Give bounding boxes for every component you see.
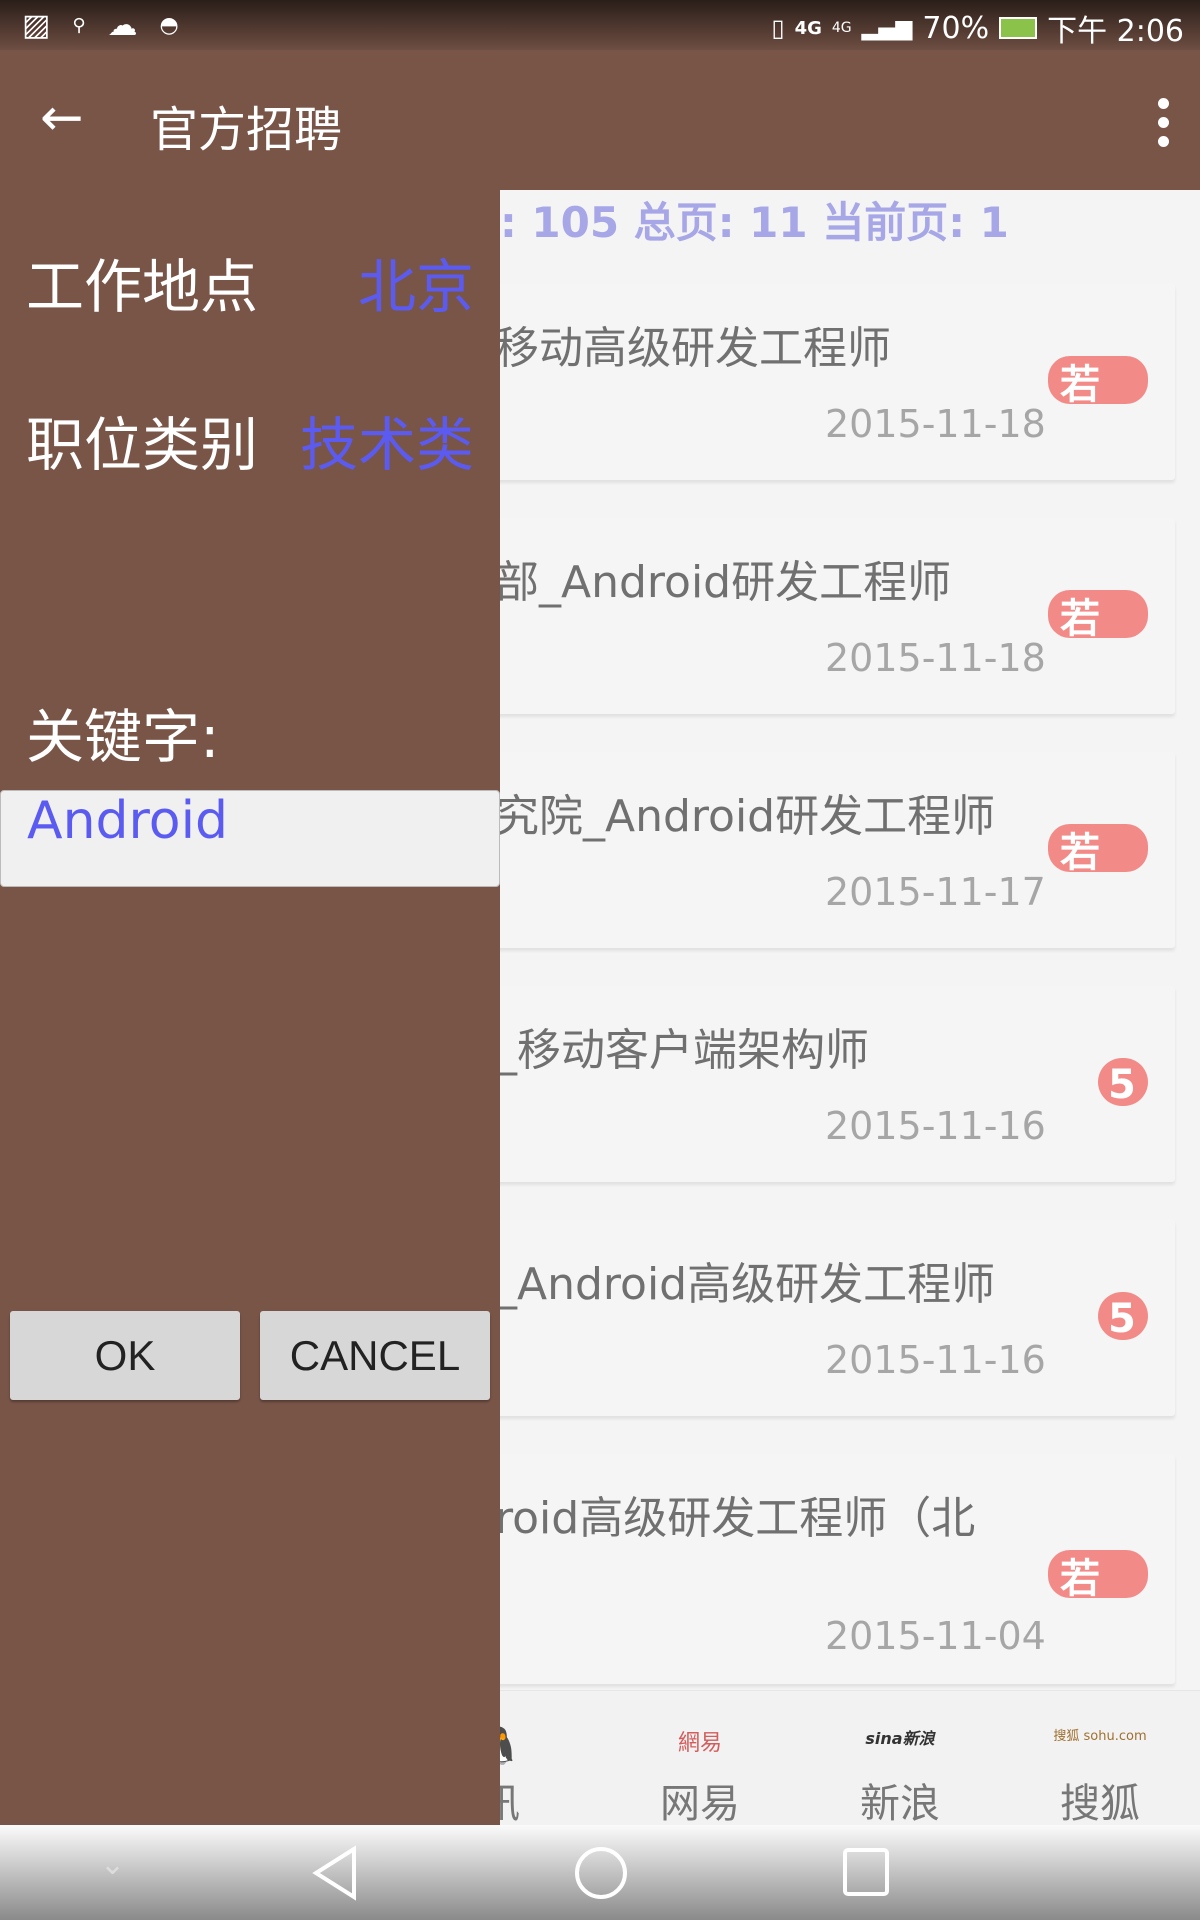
job-card[interactable]: 移动高级研发工程师 若 2015-11-18 — [440, 284, 1175, 480]
job-badge: 5 — [1098, 1058, 1148, 1106]
job-card[interactable]: _移动客户端架构师 5 2015-11-16 — [440, 986, 1175, 1182]
more-vert-icon[interactable] — [1156, 98, 1170, 147]
search-icon: ⚲ — [72, 15, 86, 36]
job-title: 部_Android研发工程师 — [495, 557, 952, 608]
back-nav-icon[interactable] — [310, 1845, 360, 1901]
job-date: 2015-11-16 — [825, 1104, 1046, 1148]
home-nav-icon[interactable] — [573, 1845, 629, 1901]
clock: 下午 2:06 — [1047, 14, 1184, 49]
page-title: 官方招聘 — [150, 102, 343, 158]
cloud-icon: ☁ — [107, 8, 138, 43]
network-type-2: 4G — [831, 20, 852, 36]
recents-nav-icon[interactable] — [842, 1847, 892, 1899]
tab-label: 新浪 — [860, 1781, 940, 1827]
job-badge: 若 — [1048, 590, 1148, 638]
sohu-logo: 搜狐 sohu.com — [1053, 1729, 1147, 1744]
job-badge: 若 — [1048, 824, 1148, 872]
job-date: 2015-11-04 — [825, 1614, 1046, 1658]
signal-icon: ▂▄▆ — [861, 15, 913, 41]
job-date: 2015-11-16 — [825, 1338, 1046, 1382]
navigation-bar: ⌄ — [0, 1825, 1200, 1920]
netease-logo: 網易 — [677, 1731, 722, 1756]
list-summary: : 105 总页: 11 当前页: 1 — [500, 198, 1009, 247]
vibrate-icon: ▯ — [771, 14, 785, 42]
network-type: 4G — [794, 17, 822, 39]
job-date: 2015-11-17 — [825, 870, 1046, 914]
job-title: 究院_Android研发工程师 — [495, 791, 996, 842]
battery-text: 70% — [922, 10, 990, 46]
tab-label: 搜狐 — [1060, 1781, 1140, 1827]
job-title: 移动高级研发工程师 — [495, 323, 891, 374]
job-card[interactable]: _Android高级研发工程师 5 2015-11-16 — [440, 1220, 1175, 1416]
job-date: 2015-11-18 — [825, 636, 1046, 680]
keyword-input[interactable]: Android — [0, 790, 500, 887]
job-badge: 若 — [1048, 1550, 1148, 1598]
filter-drawer: 工作地点 北京 职位类别 技术类 关键字: Android OK CANCEL — [0, 190, 500, 1825]
location-label: 工作地点 — [26, 253, 259, 321]
arrow-left-icon[interactable]: ← — [40, 88, 84, 148]
job-card[interactable]: roid高级研发工程师（北 若 2015-11-04 — [440, 1454, 1175, 1684]
job-card[interactable]: 究院_Android研发工程师 若 2015-11-17 — [440, 752, 1175, 948]
job-card[interactable]: 部_Android研发工程师 若 2015-11-18 — [440, 518, 1175, 714]
keyword-label: 关键字: — [26, 703, 220, 771]
battery-icon — [999, 17, 1038, 39]
tab-sohu[interactable]: 搜狐 sohu.com 搜狐 — [1000, 1691, 1200, 1829]
cancel-button[interactable]: CANCEL — [260, 1311, 490, 1400]
toolbar: ← 官方招聘 — [0, 50, 1200, 190]
status-bar: ▨ ⚲ ☁ ◓ ▯ 4G 4G ▂▄▆ 70% 下午 2:06 — [0, 0, 1200, 50]
image-icon: ▨ — [22, 8, 51, 43]
tab-netease[interactable]: 網易 网易 — [600, 1691, 800, 1829]
tab-label: 网易 — [660, 1781, 740, 1827]
job-badge: 5 — [1098, 1292, 1148, 1340]
android-icon: ◓ — [159, 13, 179, 38]
tab-sina[interactable]: sina新浪 新浪 — [800, 1691, 1000, 1829]
location-value[interactable]: 北京 — [358, 240, 474, 324]
ok-button[interactable]: OK — [10, 1311, 240, 1400]
job-date: 2015-11-18 — [825, 402, 1046, 446]
category-label: 职位类别 — [26, 411, 259, 479]
job-title: _移动客户端架构师 — [495, 1025, 869, 1076]
chevron-down-icon[interactable]: ⌄ — [100, 1847, 125, 1882]
job-badge: 若 — [1048, 356, 1148, 404]
job-title: _Android高级研发工程师 — [495, 1259, 996, 1310]
sina-logo: sina新浪 — [865, 1729, 935, 1748]
category-value[interactable]: 技术类 — [300, 398, 474, 482]
job-title: roid高级研发工程师（北 — [495, 1493, 976, 1544]
